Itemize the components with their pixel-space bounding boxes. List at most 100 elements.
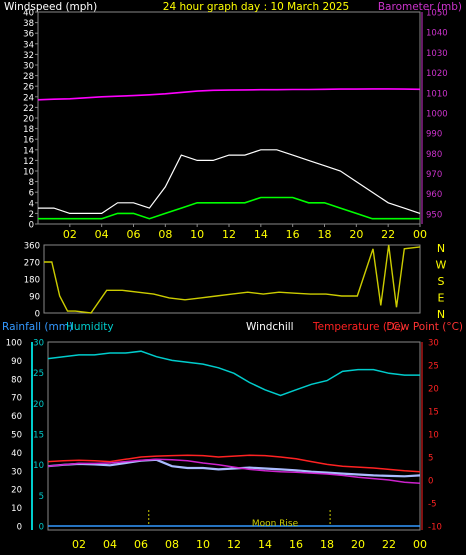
wind-tick-label: 6 [29,189,34,199]
direction-tick-label: 360 [24,242,40,252]
direction-tick-label: 90 [29,293,40,303]
time-tick-label: 16 [286,228,300,241]
temperature-tick-label: 10 [428,431,439,441]
compass-tick-label: W [436,259,447,272]
temperature-tick-label: -10 [428,523,442,533]
wind-tick-label: 8 [29,178,34,188]
wind-tick-label: 0 [29,221,34,231]
time-tick-label: 14 [258,538,272,551]
rainfall-tick-label: 5 [39,492,44,502]
temperature-tick-label: 0 [428,477,433,487]
barometer-tick-label: 960 [426,190,442,200]
humidity-tick-label: 0 [17,523,22,533]
time-tick-label: 04 [95,228,109,241]
humidity-axis-title: Humidity [66,321,114,333]
time-tick-label: 12 [227,538,241,551]
temperature-tick-label: 15 [428,408,439,418]
rainfall-tick-label: 30 [33,339,44,349]
compass-tick-label: N [437,242,445,255]
barometer-tick-label: 1020 [426,69,448,79]
time-tick-label: 00 [413,228,427,241]
time-tick-label: 14 [254,228,268,241]
wind-tick-label: 2 [29,210,34,220]
barometer-series-line [37,88,421,101]
temperature-tick-label: 20 [428,385,439,395]
wind-tick-label: 30 [23,62,34,72]
compass-tick-label: E [438,292,445,305]
temperature-humidity-panel: Rainfall (mm) Humidity Windchill Tempera… [2,321,463,551]
barometer-axis-title: Barometer (mb) [378,1,462,13]
rainfall-tick-label: 25 [33,369,44,379]
barometer-tick-label: 990 [426,130,442,140]
humidity-tick-label: 90 [11,357,22,367]
chart-title: 24 hour graph day : 10 March 2025 [163,1,349,13]
rainfall-tick-label: 15 [33,431,44,441]
wind-direction-panel: 090180270360 NWSEN [24,242,447,322]
rainfall-tick-label: 0 [39,523,44,533]
time-tick-label: 16 [289,538,303,551]
time-tick-label: 08 [165,538,179,551]
compass-tick-label: N [437,308,445,321]
humidity-series-line [47,350,420,397]
wind-tick-label: 16 [23,136,34,146]
time-tick-label: 08 [158,228,172,241]
time-tick-label: 02 [72,538,86,551]
rainfall-tick-label: 10 [33,461,44,471]
direction-tick-label: 0 [35,310,40,320]
wind-tick-label: 24 [23,93,34,103]
time-tick-label: 10 [196,538,210,551]
barometer-tick-label: 1040 [426,29,448,39]
windspeed-axis-title: Windspeed (mph) [4,1,97,13]
barometer-tick-label: 970 [426,170,442,180]
average-series-line [38,196,420,220]
time-tick-label: 20 [351,538,365,551]
time-tick-label: 00 [413,538,427,551]
time-tick-label: 22 [382,538,396,551]
wind-plot-frame [37,11,421,225]
humidity-tick-label: 40 [11,449,22,459]
wind-tick-label: 12 [23,157,34,167]
humidity-tick-label: 50 [11,431,22,441]
humidity-tick-label: 80 [11,375,22,385]
barometer-tick-label: 1000 [426,109,448,119]
wind-tick-label: 32 [23,51,34,61]
temperature-tick-label: 5 [428,454,433,464]
time-tick-label: 02 [63,228,77,241]
rainfall-tick-label: 20 [33,400,44,410]
rainfall-axis-title: Rainfall (mm) [2,321,73,333]
humidity-tick-label: 70 [11,394,22,404]
wind-tick-label: 10 [23,168,34,178]
wind-tick-label: 26 [23,83,34,93]
wind-tick-label: 14 [23,146,34,156]
weather-graphs: Windspeed (mph) 24 hour graph day : 10 M… [2,1,463,551]
dewpoint-series-line [47,458,421,484]
time-tick-label: 06 [127,228,141,241]
humidity-tick-label: 20 [11,486,22,496]
barometer-tick-label: 1050 [426,9,448,19]
humidity-tick-label: 10 [11,504,22,514]
dewpoint-axis-title: Dew Point (°C) [386,321,463,333]
wind-tick-label: 4 [29,199,34,209]
time-tick-label: 18 [318,228,332,241]
time-tick-label: 04 [103,538,117,551]
time-tick-label: 12 [222,228,236,241]
wind-tick-label: 38 [23,19,34,29]
time-tick-label: 20 [349,228,363,241]
humidity-tick-label: 100 [6,339,22,349]
gust-series-line [38,149,421,214]
direction-series-line [44,244,421,314]
temperature-tick-label: 25 [428,362,439,372]
wind-tick-label: 22 [23,104,34,114]
compass-tick-label: S [438,275,445,288]
time-tick-label: 06 [134,538,148,551]
time-tick-label: 18 [320,538,334,551]
direction-tick-label: 270 [24,259,40,269]
temperature-tick-label: -5 [428,500,436,510]
wind-tick-label: 34 [23,40,34,50]
time-tick-label: 22 [381,228,395,241]
humidity-tick-label: 30 [11,467,22,477]
wind-tick-label: 28 [23,72,34,82]
time-tick-label: 10 [190,228,204,241]
wind-tick-label: 36 [23,30,34,40]
windchill-label: Windchill [246,321,294,333]
